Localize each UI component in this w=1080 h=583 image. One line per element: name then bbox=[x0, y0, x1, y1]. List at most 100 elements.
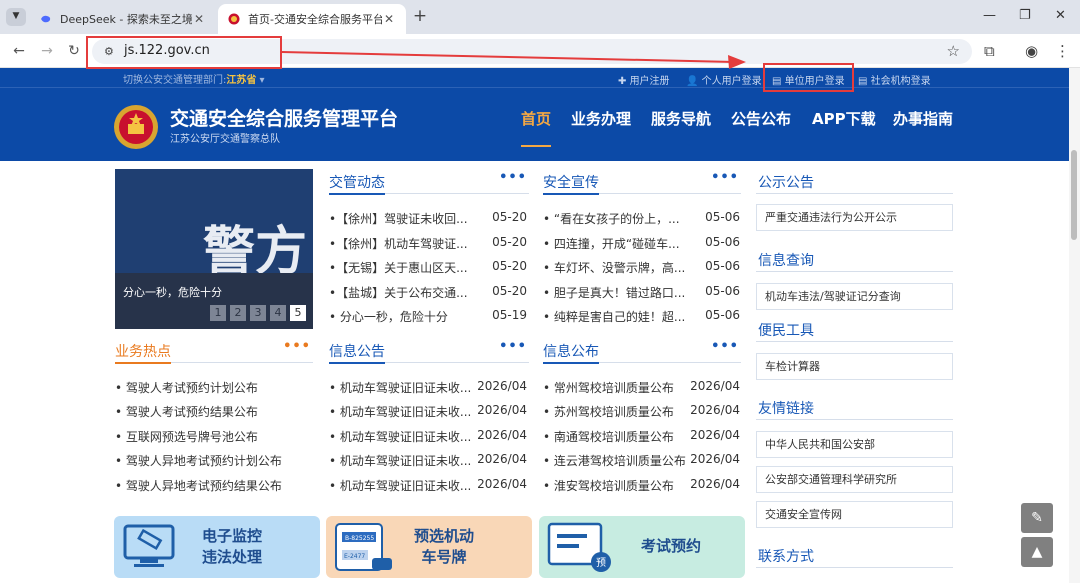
item-text: • 苏州驾校培训质量公布 bbox=[543, 405, 674, 419]
item-date: 05-06 bbox=[705, 210, 740, 224]
item-date: 05-20 bbox=[492, 235, 527, 249]
close-icon[interactable]: ✕ bbox=[382, 12, 396, 26]
tab-122-home[interactable]: 首页-交通安全综合服务平台 ✕ bbox=[218, 4, 406, 34]
minimize-icon[interactable]: — bbox=[983, 8, 996, 23]
list-item[interactable]: • “看在女孩子的份上，... 05-06 bbox=[543, 210, 740, 227]
list-item[interactable]: • 四连撞，开成“碰碰车... 05-06 bbox=[543, 235, 740, 252]
more-icon[interactable]: ••• bbox=[711, 339, 739, 354]
sidebar-link-safety[interactable]: 交通安全宣传网 bbox=[756, 501, 953, 528]
sidebar-link-gongshi[interactable]: 严重交通违法行为公开公示 bbox=[756, 204, 953, 231]
card-exam-booking[interactable]: 预 考试预约 bbox=[539, 516, 745, 578]
list-item[interactable]: • 胆子是真大！错过路口... 05-06 bbox=[543, 284, 740, 301]
banner-carousel[interactable]: 警方 分心一秒，危险十分 1 2 3 4 5 bbox=[115, 169, 313, 329]
extensions-icon[interactable]: ⧉ bbox=[984, 42, 995, 60]
section-underline bbox=[329, 193, 385, 195]
list-item[interactable]: •【徐州】机动车驾驶证... 05-20 bbox=[329, 235, 527, 252]
list-item[interactable]: • 机动车驾驶证旧证未收... 2026/04 bbox=[329, 452, 527, 469]
dept-switcher[interactable]: 切换公安交通管理部门:江苏省 ▾ bbox=[123, 71, 265, 86]
sidebar-title[interactable]: 公示公告 bbox=[758, 172, 814, 192]
list-item[interactable]: • 驾驶人考试预约结果公布 bbox=[115, 403, 258, 420]
nav-business[interactable]: 业务办理 bbox=[571, 108, 631, 129]
list-item[interactable]: • 常州驾校培训质量公布 2026/04 bbox=[543, 379, 740, 396]
sidebar-link-research[interactable]: 公安部交通管理科学研究所 bbox=[756, 466, 953, 493]
list-item[interactable]: • 分心一秒，危险十分 05-19 bbox=[329, 308, 527, 325]
org-login-label: 社会机构登录 bbox=[870, 76, 931, 87]
section-title[interactable]: 安全宣传 bbox=[543, 172, 599, 192]
nav-service[interactable]: 服务导航 bbox=[651, 108, 711, 129]
more-icon[interactable]: ••• bbox=[711, 170, 739, 185]
sidebar-header-chaxun: 信息查询 bbox=[756, 248, 953, 272]
sidebar-link-query[interactable]: 机动车违法/驾驶证记分查询 bbox=[756, 283, 953, 310]
scrollbar-thumb[interactable] bbox=[1071, 150, 1077, 240]
list-item[interactable]: •【无锡】关于惠山区天... 05-20 bbox=[329, 259, 527, 276]
item-date: 05-06 bbox=[705, 284, 740, 298]
personal-login-link[interactable]: 👤 个人用户登录 bbox=[686, 72, 762, 87]
sidebar-title[interactable]: 联系方式 bbox=[758, 546, 814, 566]
section-title[interactable]: 交管动态 bbox=[329, 172, 385, 192]
tab-search-chevron-icon[interactable]: ▼ bbox=[6, 8, 26, 26]
sidebar-link-mps[interactable]: 中华人民共和国公安部 bbox=[756, 431, 953, 458]
carousel-page-2[interactable]: 2 bbox=[230, 305, 246, 321]
carousel-page-3[interactable]: 3 bbox=[250, 305, 266, 321]
list-item[interactable]: • 连云港驾校培训质量公布 2026/04 bbox=[543, 452, 740, 469]
list-item[interactable]: • 苏州驾校培训质量公布 2026/04 bbox=[543, 403, 740, 420]
profile-icon[interactable]: ◉ bbox=[1025, 42, 1038, 60]
item-date: 05-06 bbox=[705, 259, 740, 273]
more-icon[interactable]: ••• bbox=[499, 339, 527, 354]
list-item[interactable]: • 纯粹是害自己的娃！超... 05-06 bbox=[543, 308, 740, 325]
list-item[interactable]: • 互联网预选号牌号池公布 bbox=[115, 428, 258, 445]
carousel-page-4[interactable]: 4 bbox=[270, 305, 286, 321]
list-item[interactable]: • 驾驶人异地考试预约结果公布 bbox=[115, 477, 282, 494]
sidebar-title[interactable]: 便民工具 bbox=[758, 320, 814, 340]
sidebar-title[interactable]: 信息查询 bbox=[758, 250, 814, 270]
menu-icon[interactable]: ⋮ bbox=[1055, 42, 1070, 60]
item-text: • 机动车驾驶证旧证未收... bbox=[329, 381, 472, 395]
section-header-xinxi-gonggao: 信息公告 ••• bbox=[329, 339, 529, 364]
nav-notice[interactable]: 公告公布 bbox=[731, 108, 791, 129]
nav-guide[interactable]: 办事指南 bbox=[893, 108, 953, 129]
item-text: •【徐州】机动车驾驶证... bbox=[329, 237, 468, 251]
list-item[interactable]: • 车灯坏、没警示牌，高... 05-06 bbox=[543, 259, 740, 276]
feedback-edit-icon[interactable]: ✎ bbox=[1021, 503, 1053, 533]
close-window-icon[interactable]: ✕ bbox=[1055, 8, 1066, 23]
org-login-link[interactable]: ▤ 社会机构登录 bbox=[858, 72, 931, 87]
list-item[interactable]: • 驾驶人异地考试预约计划公布 bbox=[115, 452, 282, 469]
list-item[interactable]: • 机动车驾驶证旧证未收... 2026/04 bbox=[329, 477, 527, 494]
card-electronic-monitoring[interactable]: 电子监控 违法处理 bbox=[114, 516, 320, 578]
restore-icon[interactable]: ❐ bbox=[1019, 8, 1031, 23]
sidebar-link-calculator[interactable]: 车检计算器 bbox=[756, 353, 953, 380]
list-item[interactable]: • 驾驶人考试预约计划公布 bbox=[115, 379, 258, 396]
carousel-page-1[interactable]: 1 bbox=[210, 305, 226, 321]
more-icon[interactable]: ••• bbox=[283, 339, 311, 354]
new-tab-button[interactable]: + bbox=[410, 7, 430, 27]
carousel-page-5[interactable]: 5 bbox=[290, 305, 306, 321]
reload-icon[interactable]: ↻ bbox=[63, 40, 85, 62]
tab-deepseek[interactable]: DeepSeek - 探索未至之境 ✕ bbox=[30, 4, 216, 34]
section-title[interactable]: 业务热点 bbox=[115, 341, 171, 361]
list-item[interactable]: • 机动车驾驶证旧证未收... 2026/04 bbox=[329, 379, 527, 396]
back-icon[interactable]: ← bbox=[8, 40, 30, 62]
page-scrollbar[interactable] bbox=[1069, 68, 1080, 583]
back-to-top-icon[interactable]: ▲ bbox=[1021, 537, 1053, 567]
sidebar-title[interactable]: 友情链接 bbox=[758, 398, 814, 418]
forward-icon[interactable]: → bbox=[36, 40, 58, 62]
more-icon[interactable]: ••• bbox=[499, 170, 527, 185]
card-plate-selection[interactable]: B-825255 E-2477 预选机动 车号牌 bbox=[326, 516, 532, 578]
section-title[interactable]: 信息公告 bbox=[329, 341, 385, 361]
carousel-pager: 1 2 3 4 5 bbox=[210, 305, 306, 321]
list-item[interactable]: • 淮安驾校培训质量公布 2026/04 bbox=[543, 477, 740, 494]
close-icon[interactable]: ✕ bbox=[192, 12, 206, 26]
list-item[interactable]: • 机动车驾驶证旧证未收... 2026/04 bbox=[329, 428, 527, 445]
personal-login-label: 个人用户登录 bbox=[701, 76, 762, 87]
list-item[interactable]: • 机动车驾驶证旧证未收... 2026/04 bbox=[329, 403, 527, 420]
nav-app-download[interactable]: APP下载 bbox=[812, 108, 876, 129]
list-item[interactable]: • 南通驾校培训质量公布 2026/04 bbox=[543, 428, 740, 445]
item-text: • 纯粹是害自己的娃！超... bbox=[543, 310, 686, 324]
bookmark-star-icon[interactable]: ☆ bbox=[947, 42, 960, 60]
item-text: • 车灯坏、没警示牌，高... bbox=[543, 261, 686, 275]
list-item[interactable]: •【徐州】驾驶证未收回... 05-20 bbox=[329, 210, 527, 227]
register-link[interactable]: ✚ 用户注册 bbox=[618, 72, 670, 87]
list-item[interactable]: •【盐城】关于公布交通... 05-20 bbox=[329, 284, 527, 301]
nav-home[interactable]: 首页 bbox=[521, 108, 551, 129]
section-title[interactable]: 信息公布 bbox=[543, 341, 599, 361]
